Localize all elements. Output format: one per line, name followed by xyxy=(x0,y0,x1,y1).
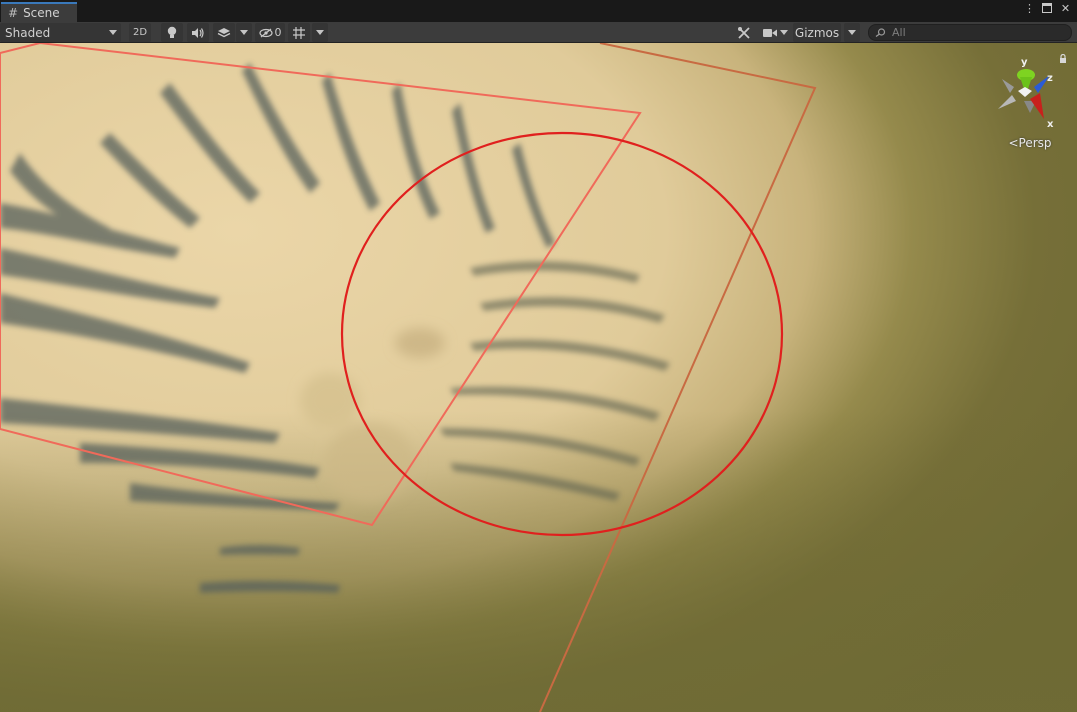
scene-orientation-gizmo[interactable]: y z x <Persp xyxy=(990,51,1070,161)
close-icon: ✕ xyxy=(1060,2,1071,15)
grid-toggle-button[interactable] xyxy=(288,23,310,42)
hidden-eye-icon xyxy=(258,28,273,37)
audio-toggle-button[interactable] xyxy=(187,23,209,42)
maximize-icon xyxy=(1042,3,1052,13)
search-icon xyxy=(875,28,886,37)
toggle-2d-label: 2D xyxy=(132,27,148,38)
draw-mode-label: Shaded xyxy=(5,25,51,40)
lock-icon[interactable] xyxy=(1059,54,1067,64)
scene-search-field[interactable] xyxy=(868,24,1072,41)
gizmos-label: Gizmos xyxy=(794,25,840,40)
scene-visibility-button[interactable]: 0 xyxy=(255,23,285,42)
tab-scene-label: Scene xyxy=(23,6,60,20)
close-button[interactable]: ✕ xyxy=(1060,3,1071,15)
tab-bar: # Scene ⋮ ✕ xyxy=(0,0,1077,22)
tools-button[interactable] xyxy=(734,23,754,42)
persp-chevron-icon: < xyxy=(1008,136,1019,150)
chevron-down-icon xyxy=(316,30,324,35)
projection-toggle[interactable]: <Persp xyxy=(990,136,1070,150)
lighting-toggle-button[interactable] xyxy=(161,23,183,42)
x-axis-label: x xyxy=(1047,119,1054,130)
projection-label: Persp xyxy=(1018,136,1052,150)
chevron-down-icon xyxy=(779,30,788,35)
toggle-2d-button[interactable]: 2D xyxy=(129,23,151,42)
terrain-render xyxy=(0,43,1077,712)
draw-mode-dropdown[interactable]: Shaded xyxy=(0,23,121,42)
gizmos-button[interactable]: Gizmos xyxy=(793,23,841,42)
scene-viewport[interactable]: y z x <Persp xyxy=(0,43,1077,712)
chevron-down-icon xyxy=(240,30,248,35)
window-controls: ⋮ ✕ xyxy=(1024,3,1071,15)
effects-toggle-button[interactable] xyxy=(213,23,235,42)
axis-gizmo-icon: y z x xyxy=(998,57,1054,130)
scene-toolbar: Shaded 2D 0 Gizmos All xyxy=(0,22,1077,43)
search-input[interactable] xyxy=(892,26,1062,39)
camera-icon xyxy=(762,28,777,37)
chevron-down-icon xyxy=(848,30,856,35)
z-axis-label: z xyxy=(1047,73,1053,84)
speaker-icon xyxy=(192,27,204,38)
chevron-down-icon xyxy=(109,30,117,35)
grid-hash-icon: # xyxy=(8,6,19,20)
more-options-icon[interactable]: ⋮ xyxy=(1024,3,1035,15)
grid-snap-icon xyxy=(293,26,305,39)
grid-dropdown[interactable] xyxy=(312,23,328,42)
effects-dropdown[interactable] xyxy=(236,23,252,42)
gizmos-dropdown[interactable] xyxy=(844,23,860,42)
hidden-count: 0 xyxy=(274,26,282,39)
tab-scene[interactable]: # Scene xyxy=(1,2,77,22)
y-axis-label: y xyxy=(1021,57,1028,68)
tools-icon xyxy=(738,26,750,39)
camera-settings-button[interactable] xyxy=(760,23,790,42)
layers-effects-icon xyxy=(217,27,231,37)
maximize-button[interactable] xyxy=(1042,3,1053,15)
lightbulb-icon xyxy=(167,26,177,38)
